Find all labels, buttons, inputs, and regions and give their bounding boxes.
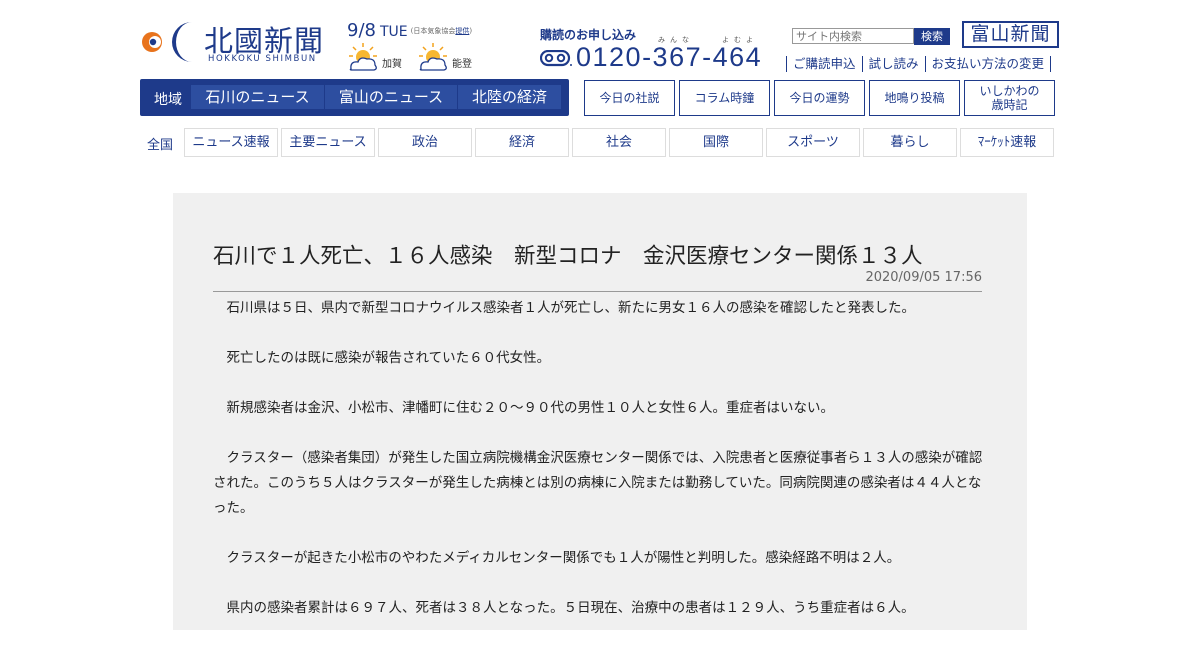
nav-reader-posts[interactable]: 地鳴り投稿 — [869, 80, 960, 116]
subscription-title[interactable]: 購読のお申し込み — [540, 26, 636, 43]
search-button[interactable]: 検索 — [914, 28, 950, 45]
phone-number: 0120-367-464 — [576, 42, 763, 72]
tab-ishikawa-news[interactable]: 石川のニュース — [191, 85, 324, 109]
weather-region-label: 加賀 — [382, 59, 402, 70]
headline-divider — [213, 291, 982, 292]
cat-politics[interactable]: 政治 — [378, 128, 472, 157]
sun-cloud-icon — [349, 43, 377, 71]
tab-hokuriku-economy[interactable]: 北陸の経済 — [458, 85, 561, 109]
article-paragraph: 県内の感染者累計は６９７人、死者は３８人となった。５日現在、治療中の患者は１２９… — [226, 600, 915, 616]
article-paragraph: 新規感染者は金沢、小松市、津幡町に住む２０～９０代の男性１０人と女性６人。重症者… — [226, 400, 835, 416]
category-label: 全国 — [147, 138, 174, 153]
weather-noto[interactable]: 能登 — [417, 42, 477, 72]
current-date: 9/8 TUE (日本気象協会提供) — [347, 20, 472, 41]
nav-saijiki-line2: 歳時記 — [991, 98, 1028, 112]
nav-saijiki-line1: いしかわの — [979, 84, 1040, 98]
article-headline: 石川で１人死亡、１６人感染 新型コロナ 金沢医療センター関係１３人 — [213, 244, 923, 269]
cat-society[interactable]: 社会 — [572, 128, 666, 157]
logo-subtitle: HOKKOKU SHIMBUN — [208, 54, 317, 64]
cat-international[interactable]: 国際 — [669, 128, 763, 157]
article-paragraph: クラスター（感染者集団）が発生した国立病院機構金沢医療センター関係では、入院患者… — [213, 450, 983, 516]
link-payment-change[interactable]: お支払い方法の変更 — [924, 56, 1052, 72]
region-label: 地域 — [154, 92, 182, 108]
weather-region-label: 能登 — [452, 59, 472, 70]
cat-news-flash[interactable]: ニュース速報 — [184, 128, 278, 157]
toyama-shimbun-logo[interactable]: 富山新聞 — [962, 21, 1059, 48]
region-nav-bar: 地域 石川のニュース 富山のニュース 北陸の経済 — [140, 79, 569, 116]
nav-horoscope[interactable]: 今日の運勢 — [774, 80, 865, 116]
site-header: 北國新聞 HOKKOKU SHIMBUN 9/8 TUE (日本気象協会提供) 加賀… — [0, 0, 1200, 170]
nav-editorial[interactable]: 今日の社説 — [584, 80, 675, 116]
link-trial-read[interactable]: 試し読み — [861, 56, 925, 72]
weather-source: (日本気象協会提供) — [410, 27, 473, 35]
account-links: ご購読申込 試し読み お支払い方法の変更 — [786, 56, 1052, 72]
weather-kaga[interactable]: 加賀 — [347, 42, 407, 72]
link-subscribe[interactable]: ご購読申込 — [786, 56, 862, 72]
cat-main-news[interactable]: 主要ニュース — [281, 128, 375, 157]
date-day-month: 9/8 — [347, 20, 376, 41]
article-paragraph: 石川県は５日、県内で新型コロナウイルス感染者１人が死亡し、新たに男女１６人の感染… — [226, 300, 916, 316]
tab-toyama-news[interactable]: 富山のニュース — [325, 85, 457, 109]
nav-column-jisho[interactable]: コラム時鐘 — [679, 80, 770, 116]
weather-source-link[interactable]: 提供 — [455, 27, 469, 35]
logo-mark-icon — [142, 22, 192, 62]
sun-cloud-icon — [419, 43, 447, 71]
freedial-icon — [540, 50, 572, 67]
hokkoku-logo[interactable]: 北國新聞 HOKKOKU SHIMBUN — [140, 16, 340, 66]
article-paragraph: 死亡したのは既に感染が報告されていた６０代女性。 — [226, 350, 551, 366]
article-body: 石川県は５日、県内で新型コロナウイルス感染者１人が死亡し、新たに男女１６人の感染… — [213, 296, 985, 646]
article: 石川で１人死亡、１６人感染 新型コロナ 金沢医療センター関係１３人 2020/0… — [173, 193, 1027, 630]
article-paragraph: クラスターが起きた小松市のやわたメディカルセンター関係でも１人が陽性と判明した。… — [226, 550, 901, 566]
cat-sports[interactable]: スポーツ — [766, 128, 860, 157]
article-datetime: 2020/09/05 17:56 — [865, 270, 982, 285]
cat-market-flash[interactable]: ﾏｰｹｯﾄ速報 — [960, 128, 1054, 157]
region-tabs: 石川のニュース 富山のニュース 北陸の経済 — [191, 85, 562, 109]
cat-economy[interactable]: 経済 — [475, 128, 569, 157]
site-search-input[interactable] — [792, 28, 914, 44]
nav-ishikawa-saijiki[interactable]: いしかわの 歳時記 — [964, 80, 1055, 116]
date-weekday: TUE — [379, 24, 408, 40]
cat-lifestyle[interactable]: 暮らし — [863, 128, 957, 157]
